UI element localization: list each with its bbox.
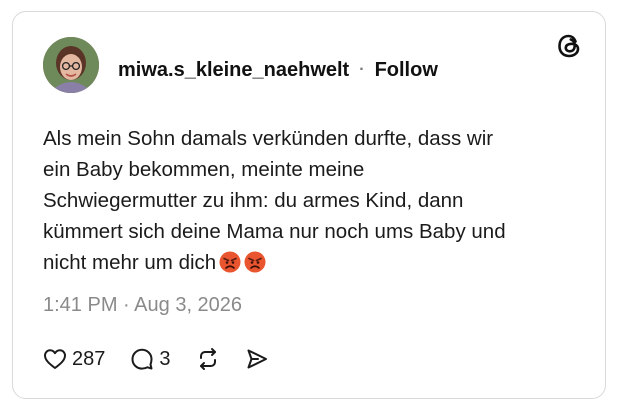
angry-face-emoji	[244, 251, 266, 273]
comment-button[interactable]: 3	[130, 347, 171, 371]
action-bar: 287 3	[43, 345, 294, 373]
comment-bubble-icon	[131, 348, 153, 370]
share-button[interactable]	[245, 347, 269, 371]
username-link[interactable]: miwa.s_kleine_naehwelt	[118, 59, 349, 82]
threads-logo-icon[interactable]	[555, 32, 583, 60]
avatar[interactable]	[43, 37, 99, 93]
like-count: 287	[72, 347, 106, 370]
post-body: Als mein Sohn damals verkünden durfte, d…	[43, 127, 506, 274]
avatar-photo	[43, 37, 99, 93]
follow-button[interactable]: Follow	[375, 59, 438, 82]
angry-face-emoji	[219, 251, 241, 273]
post-timestamp[interactable]: 1:41 PM · Aug 3, 2026	[43, 294, 242, 317]
date-separator: ·	[123, 294, 130, 316]
send-icon	[247, 349, 267, 369]
header-separator: ·	[359, 61, 365, 78]
post-header: miwa.s_kleine_naehwelt · Follow	[118, 56, 438, 84]
post-card: miwa.s_kleine_naehwelt · Follow Als mein…	[12, 11, 606, 399]
post-date: Aug 3, 2026	[134, 294, 243, 316]
comment-count: 3	[159, 347, 171, 370]
repost-button[interactable]	[196, 347, 220, 371]
post-text: Als mein Sohn damals verkünden durfte, d…	[43, 123, 573, 278]
post-time: 1:41 PM	[43, 294, 118, 316]
repost-icon	[199, 348, 216, 370]
heart-icon	[44, 349, 66, 369]
like-button[interactable]: 287	[43, 348, 105, 371]
